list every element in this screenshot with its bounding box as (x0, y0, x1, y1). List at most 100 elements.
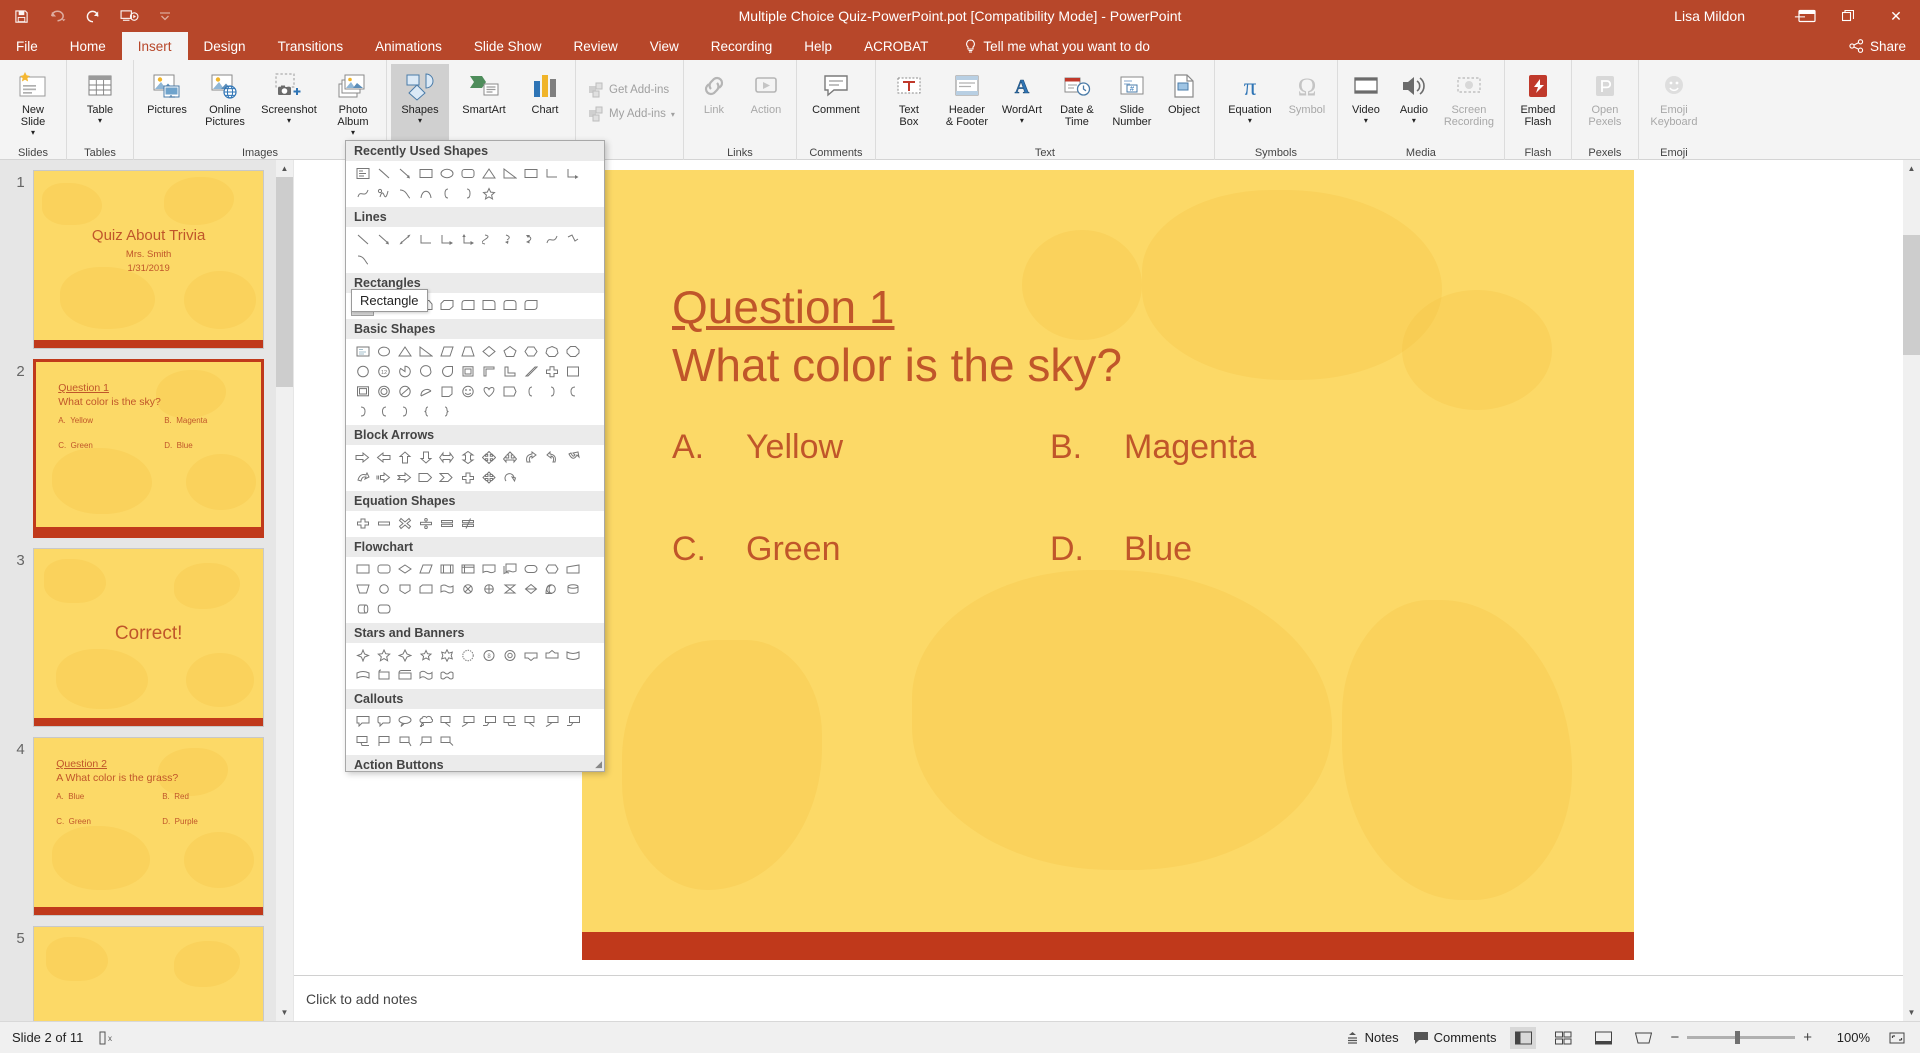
shape-callout-accent-2-icon[interactable] (394, 731, 415, 751)
embed-flash-button[interactable]: Embed Flash (1509, 64, 1567, 140)
shapes-grid-stars-and-banners[interactable]: 8 (346, 643, 604, 689)
scrollbar-thumb[interactable] (276, 177, 293, 387)
shape-pentagon-icon[interactable] (499, 341, 520, 361)
shape-snip-diagonal-corner-rectangle-icon[interactable] (436, 295, 457, 315)
open-pexels-button[interactable]: Open Pexels (1576, 64, 1634, 140)
shape-callout-accent-4-icon[interactable] (436, 731, 457, 751)
shape-left-bracket-icon[interactable] (373, 401, 394, 421)
chevron-down-icon[interactable]: ▾ (418, 117, 422, 125)
slide-area-scrollbar[interactable]: ▲ ▼ (1903, 160, 1920, 1021)
shape-star-5-point-icon[interactable] (373, 645, 394, 665)
shape-chevron-icon[interactable] (436, 467, 457, 487)
comments-button[interactable]: Comments (1413, 1030, 1496, 1045)
shape-curved-down-ribbon-icon[interactable] (352, 665, 373, 685)
shape-plus-icon[interactable] (352, 513, 373, 533)
shape-flowchart-connector-icon[interactable] (373, 579, 394, 599)
shape-notched-right-arrow-icon[interactable] (394, 467, 415, 487)
tab-acrobat[interactable]: ACROBAT (848, 32, 944, 60)
shape-explosion-2-icon[interactable] (499, 645, 520, 665)
slide-question-heading[interactable]: Question 1 (672, 280, 894, 334)
shape-half-frame-icon[interactable] (478, 361, 499, 381)
shape-curved-up-ribbon-icon[interactable] (562, 645, 583, 665)
emoji-keyboard-button[interactable]: Emoji Keyboard (1643, 64, 1705, 140)
shape-horizontal-scroll-icon[interactable] (394, 665, 415, 685)
shape-rounded-rectangle-icon[interactable] (457, 163, 478, 183)
slide-answer-d[interactable]: D. Blue (1050, 530, 1192, 569)
shape-right-arrow-icon[interactable] (352, 447, 373, 467)
shape-star-8-point-icon[interactable] (436, 645, 457, 665)
shapes-grid-recently-used[interactable] (346, 161, 604, 207)
shape-flowchart-punched-tape-icon[interactable] (436, 579, 457, 599)
slide-answer-b[interactable]: B. Magenta (1050, 428, 1256, 467)
shape-curved-arrow-connector-icon[interactable] (499, 229, 520, 249)
shape-elbow-double-arrow-connector-icon[interactable] (457, 229, 478, 249)
table-button[interactable]: Table ▾ (71, 64, 129, 140)
shape-flowchart-magnetic-disk-icon[interactable] (562, 579, 583, 599)
shape-left-brace-icon[interactable] (436, 183, 457, 203)
screen-recording-button[interactable]: Screen Recording (1438, 64, 1500, 140)
action-button[interactable]: Action (740, 64, 792, 140)
shape-line-icon[interactable] (352, 229, 373, 249)
shape-heptagon-icon[interactable] (541, 341, 562, 361)
audio-button[interactable]: Audio ▾ (1390, 64, 1438, 140)
thumbnail-row[interactable]: 5 (8, 926, 264, 1021)
thumbnail-row[interactable]: 4 Question 2 A What color is the grass? … (8, 737, 264, 916)
shape-flowchart-card-icon[interactable] (415, 579, 436, 599)
shape-lightning-bolt-icon[interactable] (541, 381, 562, 401)
shape-l-shape-icon[interactable] (499, 361, 520, 381)
chevron-down-icon[interactable]: ▾ (31, 129, 35, 137)
equation-button[interactable]: π Equation ▾ (1219, 64, 1281, 140)
shape-frame-icon[interactable] (457, 361, 478, 381)
slide-answer-a[interactable]: A. Yellow (672, 428, 843, 467)
panel-resize-grip[interactable]: ◢ (595, 759, 602, 770)
zoom-in-button[interactable]: + (1803, 1029, 1812, 1046)
object-button[interactable]: Object (1158, 64, 1210, 140)
screenshot-button[interactable]: Screenshot ▾ (254, 64, 324, 140)
shape-teardrop-icon[interactable] (436, 361, 457, 381)
shapes-button[interactable]: Shapes ▾ (391, 64, 449, 140)
slide-answer-c[interactable]: C. Green (672, 530, 841, 569)
shape-callout-accent-1-icon[interactable] (373, 731, 394, 751)
slide-thumbnail-3[interactable]: Correct! (33, 548, 264, 727)
shape-line-callout-4-icon[interactable] (499, 711, 520, 731)
header-footer-button[interactable]: Header & Footer (938, 64, 996, 140)
shape-decagon-icon[interactable] (352, 361, 373, 381)
comment-button[interactable]: Comment (801, 64, 871, 140)
shape-line-callout-2-icon[interactable] (457, 711, 478, 731)
shape-elbow-connector-icon[interactable] (541, 163, 562, 183)
shape-curve-icon[interactable] (394, 183, 415, 203)
zoom-level-label[interactable]: 100% (1826, 1030, 1870, 1045)
shape-curved-double-arrow-connector-icon[interactable] (520, 229, 541, 249)
shape-left-arrow-icon[interactable] (373, 447, 394, 467)
tab-home[interactable]: Home (54, 32, 122, 60)
notes-pane[interactable]: Click to add notes (294, 975, 1903, 1021)
shapes-grid-block-arrows[interactable] (346, 445, 604, 491)
slide-thumbnail-5[interactable] (33, 926, 264, 1021)
shape-vertical-scroll-icon[interactable] (373, 665, 394, 685)
shape-round-single-corner-rectangle-icon[interactable] (478, 295, 499, 315)
shape-trapezoid-icon[interactable] (457, 341, 478, 361)
shapes-grid-flowchart[interactable] (346, 557, 604, 623)
thumbnail-pane-scrollbar[interactable]: ▲ ▼ (276, 160, 293, 1021)
shape-flowchart-document-icon[interactable] (478, 559, 499, 579)
thumbnail-row[interactable]: 3 Correct! (8, 548, 264, 727)
restore-button[interactable] (1824, 0, 1872, 32)
chevron-down-icon[interactable]: ▾ (98, 117, 102, 125)
slide-number-button[interactable]: # Slide Number (1106, 64, 1158, 140)
shape-round-diagonal-corner-rectangle-icon[interactable] (520, 295, 541, 315)
zoom-track[interactable] (1687, 1031, 1796, 1044)
shape-up-ribbon-icon[interactable] (520, 645, 541, 665)
redo-icon[interactable] (82, 5, 104, 27)
minimize-button[interactable]: ─ (1776, 0, 1824, 32)
zoom-knob[interactable] (1735, 1031, 1741, 1044)
shape-star-4-point-icon[interactable] (352, 645, 373, 665)
shape-right-bracket-icon[interactable] (394, 401, 415, 421)
close-button[interactable]: ✕ (1872, 0, 1920, 32)
link-button[interactable]: Link (688, 64, 740, 140)
slide-show-view-button[interactable] (1630, 1027, 1656, 1049)
shape-up-down-arrow-icon[interactable] (457, 447, 478, 467)
shape-star-6-point-icon[interactable] (394, 645, 415, 665)
scrollbar-thumb[interactable] (1903, 235, 1920, 355)
shape-curved-connector-icon[interactable] (478, 229, 499, 249)
shape-arc-icon[interactable] (415, 183, 436, 203)
